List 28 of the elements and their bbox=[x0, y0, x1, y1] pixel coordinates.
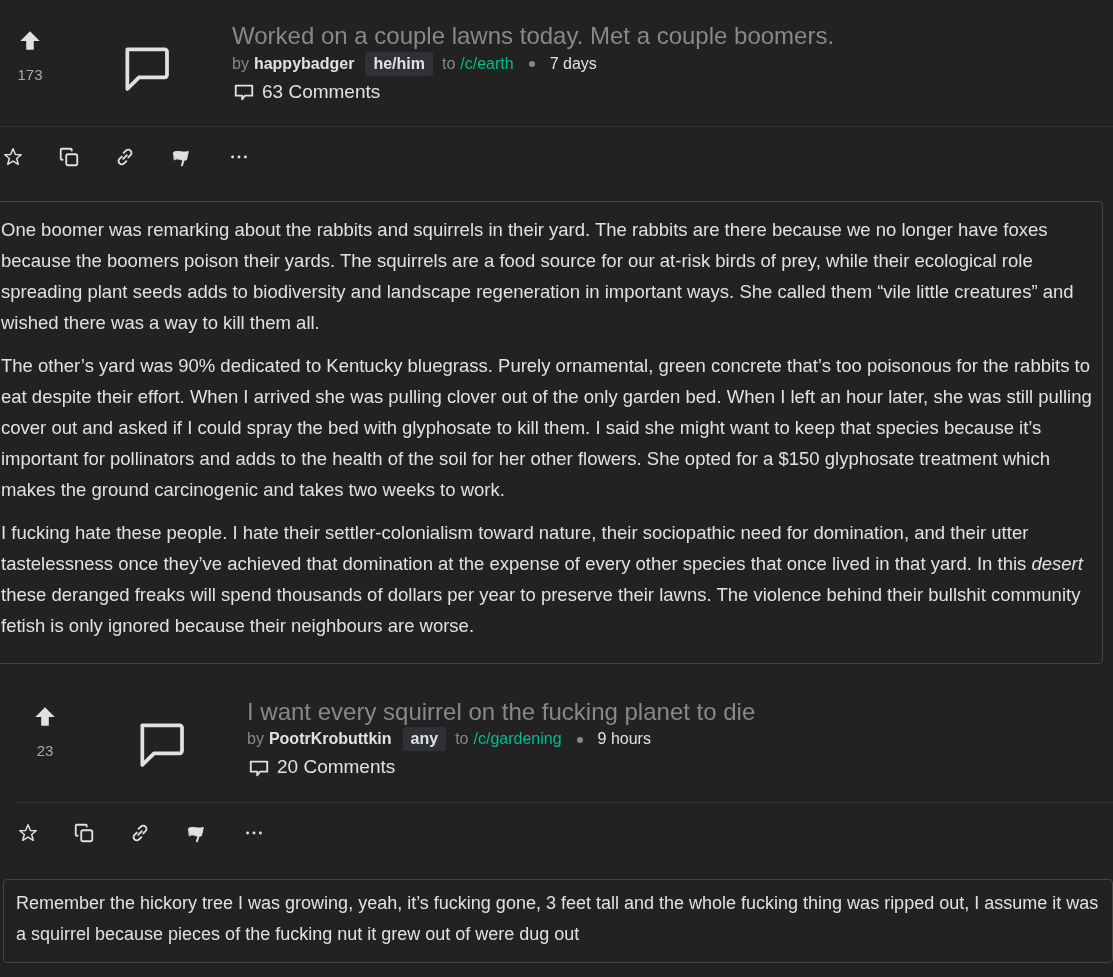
body-paragraph: One boomer was remarking about the rabbits and squirrels in their yard. The rabbits are there because we no longer have foxes because the boomers poison their yards. The squirrels are a food source for our at-risk birds of prey, while their ecological role spreading plant seeds adds to biodiversity and landscape regeneration in important ways. She called them “vile little creatures” and wished there was a way to kill them all. bbox=[1, 217, 1075, 335]
post-title[interactable]: Worked on a couple lawns today. Met a couple boomers. bbox=[232, 22, 835, 50]
community-link[interactable]: /c/gardening bbox=[473, 727, 562, 752]
separator-dot bbox=[528, 61, 535, 68]
by-label: by bbox=[247, 729, 264, 750]
to-label: to bbox=[455, 729, 469, 750]
copy-icon[interactable] bbox=[73, 821, 95, 844]
comments-link[interactable]: 63 Comments bbox=[232, 77, 381, 107]
pronoun-tag: any bbox=[402, 727, 447, 752]
post-title[interactable]: I want every squirrel on the fucking planet to die bbox=[247, 697, 756, 726]
star-icon[interactable] bbox=[17, 821, 39, 844]
star-icon[interactable] bbox=[2, 145, 24, 168]
separator-dot bbox=[576, 737, 583, 744]
by-label: by bbox=[232, 53, 249, 74]
to-label: to bbox=[441, 53, 456, 74]
pronoun-tag: he/him bbox=[365, 51, 433, 76]
post-time: 9 hours bbox=[597, 729, 651, 750]
post-time: 7 days bbox=[549, 53, 597, 74]
author-link[interactable]: happybadger bbox=[253, 51, 355, 76]
copy-icon[interactable] bbox=[58, 145, 80, 168]
body-paragraph: I fucking hate these people. I hate their settler-colonialism toward nature, their sociopathic need for domination, and their utter tastelessness once they’ve achieved that domination at the expense of every other species that once lived in that yard. In this desert these deranged freaks will spend thousands of dollars per year to preserve their lawns. The violence behind their bullshit community fetish is only ignored because their neighbours are worse. bbox=[1, 520, 1085, 638]
body-paragraph: Remember the hickory tree I was growing, yeah, it’s fucking gone, 3 feet tall and the whole fucking thing was ripped out, I assume it was a squirrel because pieces of the fucking nut it grew out of were dug out bbox=[16, 891, 1100, 946]
community-link[interactable]: /c/earth bbox=[460, 51, 514, 76]
comments-link[interactable]: 20 Comments bbox=[247, 753, 396, 782]
author-link[interactable]: PootrKrobuttkin bbox=[268, 727, 392, 752]
vote-score: 23 bbox=[36, 740, 54, 761]
vote-score: 173 bbox=[17, 65, 43, 85]
body-paragraph: The other’s yard was 90% dedicated to Kentucky bluegrass. Purely ornamental, green concrete that’s too poisonous for the rabbits to eat despite their effort. When I arrived she was pulling clover out of the only garden bed. When I left an hour later, she was still pulling cover out and asked if I could spray the bed with glyphosate to kill them. I said she might want to keep that species because it’s important for pollinators and adds to the health of the soil for her other flowers. She opted for a $150 glyphosate treatment which makes the ground carcinogenic and takes two weeks to work. bbox=[1, 353, 1092, 502]
